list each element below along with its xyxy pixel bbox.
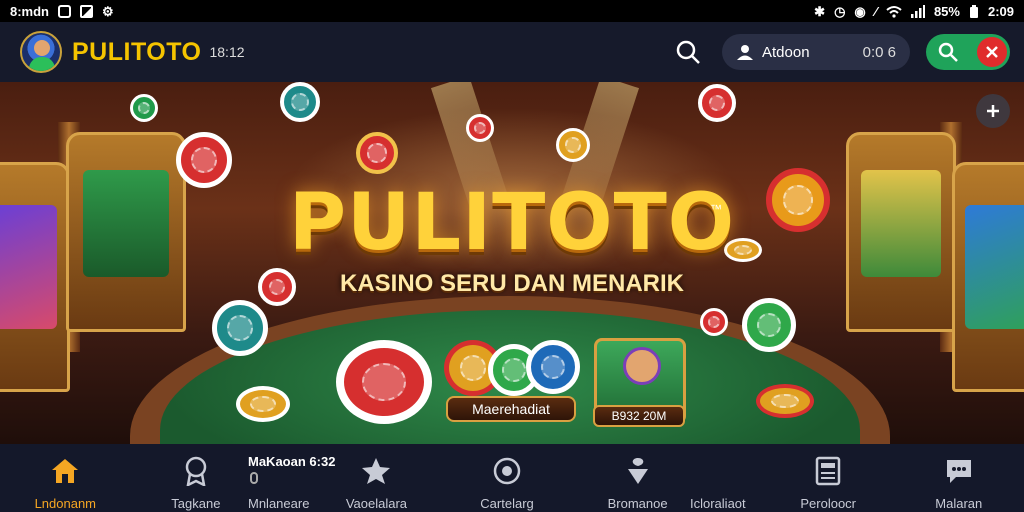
nav-overlay-extra: Icloraliaot [690,496,746,511]
status-left-text: 8:mdn [10,3,49,19]
casino-chip [130,94,158,122]
casino-chip [556,128,590,162]
chat-icon [944,456,974,486]
casino-chip [756,384,814,418]
hero-title: PULITOTO [288,178,736,268]
account-pill[interactable]: Atdoon 0:0 6 [722,34,910,70]
status-bar-right: ✱ ◷ ◉ ⁄ 85% 2:09 [814,4,1014,19]
nav-label-favorites: Vaoelalara [345,496,408,511]
signal-icon [910,4,925,18]
close-icon [986,46,998,58]
hero-subtitle: KASINO SERU DAN MENARIK [339,270,684,297]
casino-chip [700,308,728,336]
player-avatar [623,347,661,385]
account-balance: 0:0 6 [862,43,896,61]
star-icon [361,456,391,486]
home-icon [50,456,80,486]
plus-icon [987,105,999,117]
close-button[interactable] [977,37,1007,67]
nav-label-ranking: Tagkane [171,496,221,511]
nav-item-support[interactable]: Cartelarg [442,444,573,512]
brand-subtitle: 18:12 [209,44,245,60]
support-icon [492,456,522,486]
account-name: Atdoon [762,43,810,61]
casino-chip [742,298,796,352]
player-card[interactable]: B932 20M [593,338,686,427]
casino-chip [212,300,268,356]
nav-item-home[interactable]: Lndonanm [0,444,131,512]
notification-icon [58,4,71,18]
gallery-icon [80,4,93,18]
avatar[interactable] [20,31,62,73]
hero-banner[interactable]: PULITOTO ™ KASINO SERU DAN MENARIK Maere… [0,82,1024,444]
casino-chip [526,340,580,394]
search-icon [938,42,958,62]
search-button[interactable] [672,36,704,68]
mute-icon: ⁄ [874,3,877,19]
trademark-symbol: ™ [710,202,722,216]
medal-icon [181,456,211,486]
status-bar-left: 8:mdn ⚙ [10,4,114,19]
action-pill[interactable] [926,34,1010,70]
clock-time: 2:09 [987,3,1014,19]
battery-icon [969,4,978,18]
gift-icon [623,456,653,486]
location-icon: ◉ [854,3,866,19]
casino-chip [280,82,320,122]
player-card-label: B932 20M [593,405,685,427]
add-button[interactable] [976,94,1010,128]
casino-chip [698,84,736,122]
bluetooth-icon: ✱ [814,3,826,19]
casino-chip [466,114,494,142]
bottom-navigation: Lndonanm Tagkane Vaoelalara Cartelarg Br… [0,444,1024,512]
wifi-icon [886,5,902,18]
promo-plaque[interactable]: Maerehadiat [446,396,576,422]
status-bar: 8:mdn ⚙ ✱ ◷ ◉ ⁄ 85% 2:09 [0,0,1024,22]
nav-label-promo: Bromanoe [607,496,668,511]
nav-overlay-time: MaKaoan 6:32 [248,454,336,469]
nav-item-promo[interactable]: Bromanoe [572,444,703,512]
casino-chip [236,386,290,422]
casino-chip [336,340,432,424]
nav-item-chat[interactable]: Malaran [893,444,1024,512]
nav-label-history: Peroloocr [800,496,856,511]
alarm-icon: ◷ [834,3,846,19]
battery-percent: 85% [933,3,960,19]
nav-overlay-label: Mnlaneare [248,496,310,511]
casino-chip [356,132,398,174]
app-icon: ⚙ [102,3,114,19]
search-icon [676,40,700,64]
nav-label-home: Lndonanm [34,496,97,511]
user-icon [737,45,753,60]
nav-overlay-icon [250,472,258,484]
document-icon [813,456,843,486]
nav-item-ranking[interactable]: Tagkane [131,444,262,512]
app-header: PULITOTO 18:12 Atdoon 0:0 6 [0,22,1024,82]
nav-label-chat: Malaran [935,496,983,511]
nav-label-support: Cartelarg [480,496,534,511]
brand-title[interactable]: PULITOTO [72,38,201,67]
